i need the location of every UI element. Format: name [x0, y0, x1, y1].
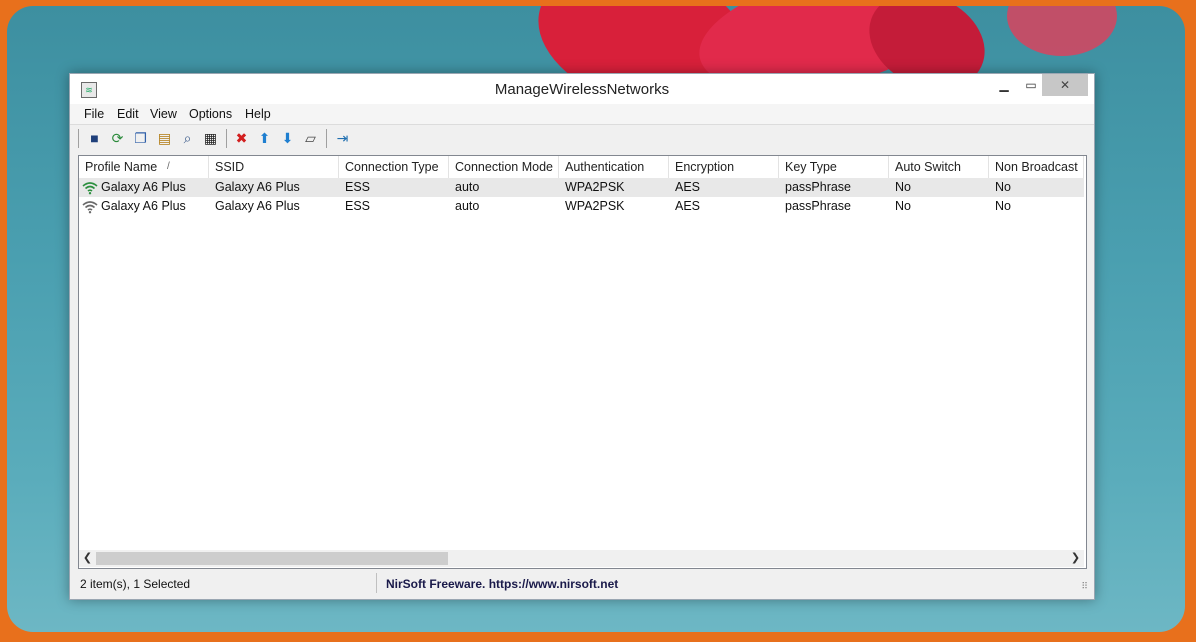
column-header-non-broadcast[interactable]: Non Broadcast — [989, 156, 1084, 178]
window-title: ManageWirelessNetworks — [494, 81, 670, 98]
menu-help[interactable]: Help — [245, 107, 271, 121]
column-header-authentication[interactable]: Authentication — [559, 156, 669, 178]
toolbar-separator — [78, 129, 79, 148]
column-header-connection-type[interactable]: Connection Type — [339, 156, 449, 178]
cell-non-broadcast: No — [995, 199, 1011, 213]
cell-authentication: WPA2PSK — [565, 180, 625, 194]
menu-file[interactable]: File — [84, 107, 104, 121]
list-header: Profile Name / SSID Connection Type Conn… — [79, 156, 1086, 178]
close-button[interactable]: ✕ — [1042, 74, 1088, 96]
sort-indicator: / — [167, 161, 170, 172]
resize-grip-icon[interactable]: ⠿ — [1081, 581, 1088, 592]
toolbar-separator — [226, 129, 227, 148]
scrollbar-thumb[interactable] — [96, 552, 448, 565]
table-row[interactable]: Galaxy A6 Plus Galaxy A6 Plus ESS auto W… — [79, 197, 1084, 216]
properties-icon[interactable]: ▤ — [156, 130, 173, 147]
menu-bar: File Edit View Options Help — [70, 104, 1094, 125]
toolbar: ■ ⟳ ❐ ▤ ⌕ ▦ ✖ ⬆ ⬇ ▱ ⇥ — [70, 125, 1094, 152]
cell-key-type: passPhrase — [785, 199, 852, 213]
delete-icon[interactable]: ✖ — [233, 130, 250, 147]
cell-authentication: WPA2PSK — [565, 199, 625, 213]
move-down-icon[interactable]: ⬇ — [279, 130, 296, 147]
tag-icon[interactable]: ▱ — [302, 130, 319, 147]
table-row[interactable]: Galaxy A6 Plus Galaxy A6 Plus ESS auto W… — [79, 178, 1084, 197]
cell-auto-switch: No — [895, 180, 911, 194]
column-header-encryption[interactable]: Encryption — [669, 156, 779, 178]
cell-profile-name: Galaxy A6 Plus — [101, 199, 186, 213]
column-header-profile-name[interactable]: Profile Name / — [79, 156, 209, 178]
column-header-connection-mode[interactable]: Connection Mode — [449, 156, 559, 178]
move-up-icon[interactable]: ⬆ — [256, 130, 273, 147]
cell-ssid: Galaxy A6 Plus — [215, 180, 300, 194]
menu-view[interactable]: View — [150, 107, 177, 121]
app-window: ≋ ManageWirelessNetworks ▁ ▭ ✕ File Edit… — [69, 73, 1095, 600]
copy-icon[interactable]: ❐ — [132, 130, 149, 147]
cell-key-type: passPhrase — [785, 180, 852, 194]
title-bar[interactable]: ≋ ManageWirelessNetworks ▁ ▭ ✕ — [70, 74, 1094, 104]
horizontal-scrollbar[interactable]: ❮ ❯ — [79, 550, 1084, 567]
cell-ssid: Galaxy A6 Plus — [215, 199, 300, 213]
status-item-count: 2 item(s), 1 Selected — [80, 577, 191, 591]
cell-connection-mode: auto — [455, 180, 480, 194]
cell-encryption: AES — [675, 180, 701, 194]
column-header-key-type[interactable]: Key Type — [779, 156, 889, 178]
toolbar-separator — [326, 129, 327, 148]
cell-auto-switch: No — [895, 199, 911, 213]
exit-icon[interactable]: ⇥ — [334, 130, 351, 147]
flower-petal — [1007, 6, 1117, 56]
cell-non-broadcast: No — [995, 180, 1011, 194]
status-divider — [376, 573, 377, 593]
column-header-ssid[interactable]: SSID — [209, 156, 339, 178]
scroll-right-icon[interactable]: ❯ — [1067, 550, 1084, 567]
qr-code-icon[interactable]: ▦ — [202, 130, 219, 147]
menu-edit[interactable]: Edit — [117, 107, 139, 121]
cell-connection-mode: auto — [455, 199, 480, 213]
cell-connection-type: ESS — [345, 180, 371, 194]
menu-options[interactable]: Options — [189, 107, 232, 121]
column-header-auto-switch[interactable]: Auto Switch — [889, 156, 989, 178]
find-icon[interactable]: ⌕ — [179, 130, 196, 147]
cell-connection-type: ESS — [345, 199, 371, 213]
networks-list[interactable]: Profile Name / SSID Connection Type Conn… — [78, 155, 1087, 569]
status-credit-link[interactable]: NirSoft Freeware. https://www.nirsoft.ne… — [386, 577, 618, 591]
status-bar: 2 item(s), 1 Selected NirSoft Freeware. … — [70, 571, 1094, 597]
cell-encryption: AES — [675, 199, 701, 213]
scroll-left-icon[interactable]: ❮ — [79, 550, 96, 567]
refresh-icon[interactable]: ⟳ — [109, 130, 126, 147]
cell-profile-name: Galaxy A6 Plus — [101, 180, 186, 194]
save-icon[interactable]: ■ — [86, 130, 103, 147]
